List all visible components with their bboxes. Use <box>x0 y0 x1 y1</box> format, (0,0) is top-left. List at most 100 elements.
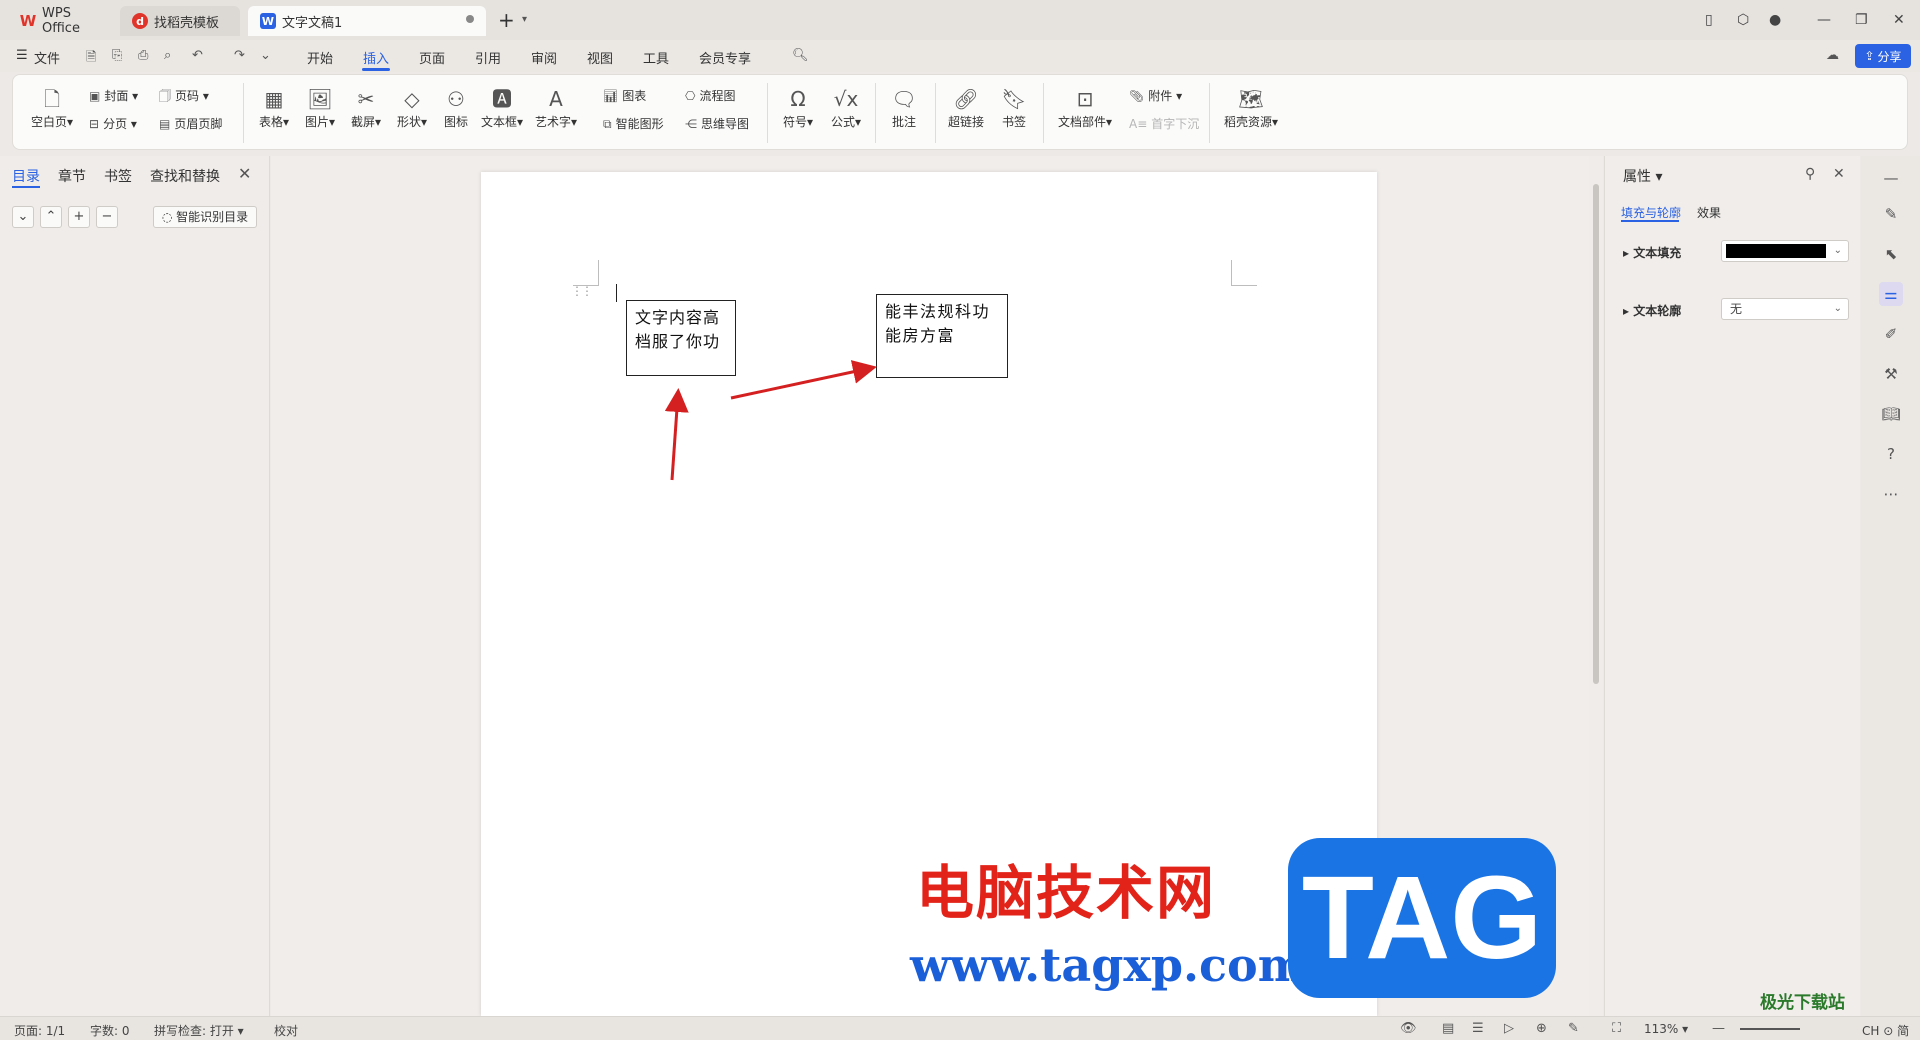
menu-member[interactable]: 会员专享 <box>699 48 751 67</box>
tools-icon[interactable]: ⚒ <box>1879 362 1903 386</box>
proofread[interactable]: 校对 <box>274 1022 298 1039</box>
page-break-button[interactable]: ⊟ 分页 ▾ <box>89 115 137 132</box>
new-tab-plus-icon[interactable]: + <box>498 10 515 30</box>
help-icon[interactable]: ? <box>1879 442 1903 466</box>
flowchart-button[interactable]: ⎔ 流程图 <box>685 87 736 104</box>
smart-graphic-button[interactable]: ⧉ 智能图形 <box>603 115 664 132</box>
icon-button[interactable]: ⚇ 图标 <box>433 85 479 130</box>
ime-indicator[interactable]: CH ⊙ 简 <box>1862 1022 1909 1039</box>
file-menu[interactable]: 文件 <box>34 48 60 67</box>
web-view-icon[interactable]: ⊕ <box>1536 1021 1547 1036</box>
tab-document[interactable]: W 文字文稿1 <box>248 6 486 36</box>
print-preview-icon[interactable]: ⌕ <box>164 48 171 63</box>
zoom-slider[interactable] <box>1740 1028 1800 1030</box>
play-icon[interactable]: ▷ <box>1504 1021 1514 1036</box>
chevron-up-icon[interactable]: ⌃ <box>40 206 62 228</box>
smart-toc-button[interactable]: ◌ 智能识别目录 <box>153 206 257 228</box>
picture-button[interactable]: 🖼︎ 图片▾ <box>297 85 343 130</box>
export-icon[interactable]: ⎘ <box>112 48 122 63</box>
drag-handle-icon[interactable]: ⋮⋮ <box>571 284 593 298</box>
unsaved-dot-icon[interactable] <box>466 15 474 23</box>
page-view-icon[interactable]: ▤ <box>1442 1021 1454 1036</box>
header-footer-button[interactable]: ▤ 页眉页脚 <box>159 115 222 132</box>
minus-icon[interactable]: − <box>96 206 118 228</box>
zoom-level[interactable]: 113% ▾ <box>1644 1022 1688 1036</box>
blank-page-button[interactable]: 🗋 空白页▾ <box>29 85 75 130</box>
restore-icon[interactable]: ❐ <box>1855 10 1868 30</box>
more-icon[interactable]: ⋯ <box>1879 482 1903 506</box>
scroll-thumb[interactable] <box>1593 184 1599 684</box>
tab-sections[interactable]: 章节 <box>58 166 86 186</box>
textbox-1[interactable]: 文字内容高 档服了你功 <box>626 300 736 376</box>
shape-button[interactable]: ◇ 形状▾ <box>389 85 435 130</box>
eye-icon[interactable]: 👁︎ <box>1400 1021 1417 1036</box>
image-edit-icon[interactable]: ✐ <box>1879 322 1903 346</box>
zoom-out-icon[interactable]: — <box>1712 1021 1725 1036</box>
resources-button[interactable]: 🗺︎ 稻壳资源▾ <box>1221 85 1281 130</box>
vertical-scrollbar[interactable] <box>1589 156 1603 1016</box>
tab-find-replace[interactable]: 查找和替换 <box>150 166 220 186</box>
tab-fill-outline[interactable]: 填充与轮廓 <box>1621 204 1681 221</box>
tab-bookmarks[interactable]: 书签 <box>104 166 132 186</box>
text-outline-select[interactable]: 无 ⌄ <box>1721 298 1849 320</box>
print-icon[interactable]: ⎙ <box>138 48 148 63</box>
pin-icon[interactable]: ⚲ <box>1805 166 1815 182</box>
symbol-button[interactable]: Ω 符号▾ <box>775 85 821 130</box>
cover-button[interactable]: ▣ 封面 ▾ <box>89 87 138 104</box>
minimize-icon[interactable]: — <box>1817 10 1831 30</box>
share-button[interactable]: ⇪ 分享 <box>1855 44 1911 68</box>
textbox-button[interactable]: 🅰︎ 文本框▾ <box>479 85 525 130</box>
properties-sliders-icon[interactable]: ⚌ <box>1879 282 1903 306</box>
chevron-down-icon[interactable]: ⌄ <box>260 48 271 63</box>
redo-icon[interactable]: ↷ <box>234 48 245 63</box>
text-outline-label[interactable]: ▸ 文本轮廓 <box>1623 302 1681 319</box>
pen-icon[interactable]: ✎ <box>1568 1021 1579 1036</box>
panel-title[interactable]: 属性 ▾ <box>1623 166 1662 186</box>
text-fill-color-select[interactable]: ⌄ <box>1721 240 1849 262</box>
chevron-down-icon[interactable]: ▾ <box>522 14 527 25</box>
mindmap-button[interactable]: ⋲ 思维导图 <box>685 115 749 132</box>
cube-icon[interactable]: ⬡ <box>1737 10 1749 30</box>
menu-view[interactable]: 视图 <box>587 48 613 67</box>
wordart-button[interactable]: A 艺术字▾ <box>533 85 579 130</box>
save-icon[interactable]: 🗎 <box>86 48 96 70</box>
page-number-button[interactable]: 🗍 页码 ▾ <box>159 87 209 108</box>
menu-reference[interactable]: 引用 <box>475 48 501 67</box>
menu-insert[interactable]: 插入 <box>363 48 389 67</box>
textbox-2[interactable]: 能丰法规科功 能房方富 <box>876 294 1008 378</box>
avatar[interactable]: ● <box>1769 10 1781 30</box>
screenshot-button[interactable]: ✂ 截屏▾ <box>343 85 389 130</box>
cloud-icon[interactable]: ☁ <box>1826 48 1839 63</box>
bookmark-button[interactable]: 🔖︎ 书签 <box>991 85 1037 130</box>
book-search-icon[interactable]: 📖︎ <box>1879 402 1903 426</box>
menu-home[interactable]: 开始 <box>307 48 333 67</box>
tab-wps-office[interactable]: W WPS Office <box>8 6 113 36</box>
spell-check[interactable]: 拼写检查: 打开 ▾ <box>154 1022 244 1039</box>
word-count[interactable]: 字数: 0 <box>90 1022 130 1039</box>
menu-page[interactable]: 页面 <box>419 48 445 67</box>
menu-review[interactable]: 审阅 <box>531 48 557 67</box>
drop-cap-button[interactable]: A≡ 首字下沉 <box>1129 115 1199 132</box>
menu-tools[interactable]: 工具 <box>643 48 669 67</box>
pen-icon[interactable]: ✎ <box>1879 202 1903 226</box>
comment-button[interactable]: 🗨︎ 批注 <box>881 85 927 130</box>
close-icon[interactable]: ✕ <box>238 164 251 183</box>
page-count[interactable]: 页面: 1/1 <box>14 1022 65 1039</box>
search-icon[interactable]: 🔍︎ <box>792 48 809 63</box>
close-icon[interactable]: ✕ <box>1833 166 1845 182</box>
chart-button[interactable]: 📊︎ 图表 <box>603 87 646 104</box>
outline-view-icon[interactable]: ☰ <box>1472 1021 1484 1036</box>
attachment-button[interactable]: 📎︎ 附件 ▾ <box>1129 87 1182 104</box>
doc-parts-button[interactable]: ⊡ 文档部件▾ <box>1055 85 1115 130</box>
select-arrow-icon[interactable]: ⬉ <box>1879 242 1903 266</box>
tab-effects[interactable]: 效果 <box>1697 204 1721 221</box>
hyperlink-button[interactable]: 🔗︎ 超链接 <box>943 85 989 130</box>
text-fill-label[interactable]: ▸ 文本填充 <box>1623 244 1681 261</box>
plus-icon[interactable]: + <box>68 206 90 228</box>
table-button[interactable]: ▦ 表格▾ <box>251 85 297 130</box>
hamburger-icon[interactable]: ☰ <box>16 48 28 63</box>
layout-icon[interactable]: ▯ <box>1705 10 1713 30</box>
fit-page-icon[interactable]: ⛶ <box>1612 1021 1621 1036</box>
formula-button[interactable]: √x 公式▾ <box>823 85 869 130</box>
undo-icon[interactable]: ↶ <box>192 48 203 63</box>
